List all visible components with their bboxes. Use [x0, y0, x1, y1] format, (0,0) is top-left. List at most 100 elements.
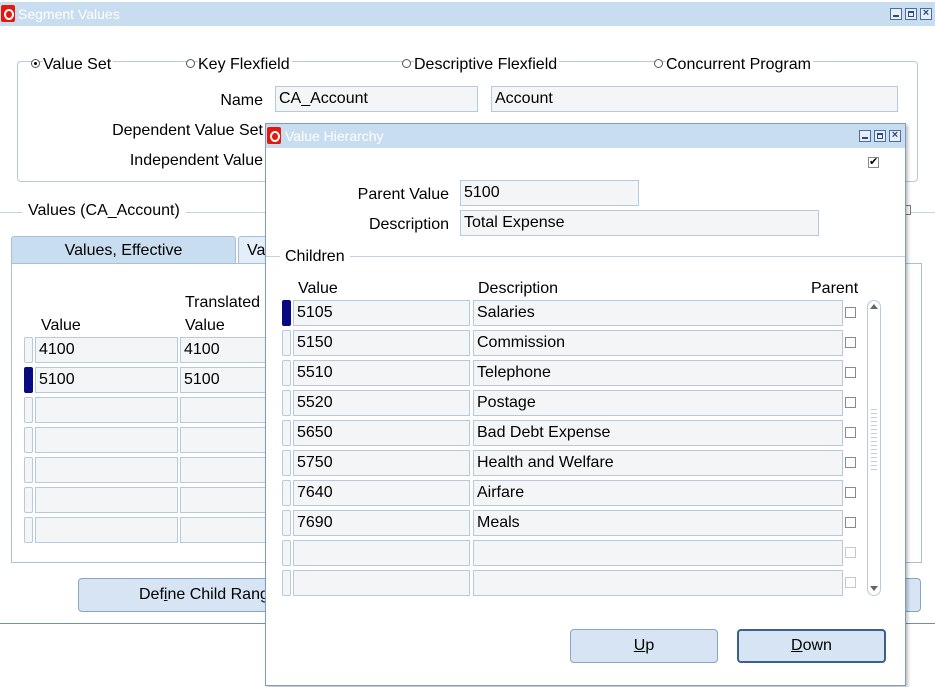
- tab-values-effective[interactable]: Values, Effective: [11, 236, 236, 264]
- child-row-description[interactable]: Airfare: [473, 480, 843, 506]
- down-button-rest: own: [802, 637, 832, 654]
- value-hierarchy-dialog: Value Hierarchy × Parent Value 5100 Desc…: [265, 123, 906, 686]
- child-row-description[interactable]: Bad Debt Expense: [473, 420, 843, 446]
- row-indicator[interactable]: [24, 487, 33, 513]
- child-row-indicator[interactable]: [282, 420, 291, 446]
- child-row-description[interactable]: Meals: [473, 510, 843, 536]
- table-row-value[interactable]: [35, 487, 178, 513]
- table-row-translated[interactable]: 4100: [180, 337, 270, 363]
- child-row-description[interactable]: [473, 540, 843, 566]
- table-row-value[interactable]: 5100: [35, 367, 178, 393]
- col-description-header: Description: [478, 280, 559, 297]
- main-titlebar[interactable]: Segment Values ×: [0, 2, 935, 26]
- child-row-indicator[interactable]: [282, 570, 291, 596]
- define-child-ranges-pre: Def: [139, 586, 164, 603]
- radio-concurrent-program-label[interactable]: Concurrent Program: [666, 56, 813, 74]
- table-row-value[interactable]: [35, 457, 178, 483]
- down-button[interactable]: Down: [737, 629, 886, 663]
- child-row-value[interactable]: [293, 540, 470, 566]
- child-row-indicator[interactable]: [282, 330, 291, 356]
- dialog-titlebar[interactable]: Value Hierarchy ×: [266, 124, 905, 148]
- child-row-parent-checkbox[interactable]: [845, 517, 856, 528]
- child-row-value[interactable]: 7640: [293, 480, 470, 506]
- values-heading: Values (CA_Account): [22, 202, 186, 220]
- child-row-parent-checkbox[interactable]: [845, 487, 856, 498]
- table-row-translated[interactable]: [180, 487, 270, 513]
- radio-descriptive-flexfield-label[interactable]: Descriptive Flexfield: [414, 56, 560, 74]
- row-indicator[interactable]: [24, 457, 33, 483]
- up-button-rest: p: [645, 637, 655, 654]
- child-row-value[interactable]: 5510: [293, 360, 470, 386]
- child-row-value[interactable]: 5150: [293, 330, 470, 356]
- child-row-description[interactable]: Postage: [473, 390, 843, 416]
- child-row-indicator[interactable]: [282, 360, 291, 386]
- radio-key-flexfield-label[interactable]: Key Flexfield: [198, 56, 292, 74]
- child-row-parent-checkbox[interactable]: [845, 367, 856, 378]
- row-indicator-current[interactable]: [24, 367, 33, 393]
- child-row-parent-checkbox[interactable]: [845, 307, 856, 318]
- children-scrollbar[interactable]: [867, 300, 881, 596]
- child-row-indicator[interactable]: [282, 390, 291, 416]
- dialog-minimize-icon[interactable]: [859, 130, 871, 142]
- child-row-description[interactable]: Commission: [473, 330, 843, 356]
- child-row-value[interactable]: 5750: [293, 450, 470, 476]
- radio-concurrent-program[interactable]: [654, 59, 663, 68]
- dialog-top-checkbox[interactable]: [868, 155, 879, 168]
- table-row-value[interactable]: [35, 427, 178, 453]
- description-field[interactable]: Total Expense: [460, 210, 819, 236]
- child-row-value[interactable]: 7690: [293, 510, 470, 536]
- table-row-translated[interactable]: [180, 517, 270, 543]
- child-row-description[interactable]: Salaries: [473, 300, 843, 326]
- dialog-maximize-icon[interactable]: [874, 130, 886, 142]
- table-row-translated[interactable]: 5100: [180, 367, 270, 393]
- child-row-description[interactable]: [473, 570, 843, 596]
- oracle-dialog-icon: [267, 127, 281, 144]
- child-row-indicator[interactable]: [282, 450, 291, 476]
- radio-key-flexfield[interactable]: [186, 59, 195, 68]
- child-row-parent-checkbox[interactable]: [845, 547, 856, 558]
- row-indicator[interactable]: [24, 397, 33, 423]
- child-row-indicator-current[interactable]: [282, 300, 291, 326]
- description-label: Description: [368, 216, 449, 233]
- minimize-icon[interactable]: [890, 8, 902, 20]
- table-row-value[interactable]: 4100: [35, 337, 178, 363]
- table-row-translated[interactable]: [180, 427, 270, 453]
- child-row-indicator[interactable]: [282, 510, 291, 536]
- name-description-field[interactable]: Account: [491, 86, 898, 112]
- child-row-value[interactable]: [293, 570, 470, 596]
- child-row-description[interactable]: Health and Welfare: [473, 450, 843, 476]
- col-header-translated-2: Value: [185, 317, 225, 334]
- child-row-description[interactable]: Telephone: [473, 360, 843, 386]
- child-row-parent-checkbox[interactable]: [845, 397, 856, 408]
- table-row-translated[interactable]: [180, 457, 270, 483]
- table-row-value[interactable]: [35, 517, 178, 543]
- child-row-parent-checkbox[interactable]: [845, 457, 856, 468]
- child-row-value[interactable]: 5650: [293, 420, 470, 446]
- dialog-close-icon[interactable]: ×: [889, 130, 901, 142]
- row-indicator[interactable]: [24, 337, 33, 363]
- down-button-accel: D: [791, 637, 803, 654]
- child-row-parent-checkbox[interactable]: [845, 427, 856, 438]
- parent-value-field[interactable]: 5100: [460, 180, 639, 206]
- table-row-value[interactable]: [35, 397, 178, 423]
- scroll-down-icon[interactable]: [870, 586, 878, 591]
- child-row-parent-checkbox[interactable]: [845, 337, 856, 348]
- row-indicator[interactable]: [24, 517, 33, 543]
- scroll-up-icon[interactable]: [870, 304, 878, 309]
- radio-value-set-label[interactable]: Value Set: [43, 56, 114, 74]
- row-indicator[interactable]: [24, 427, 33, 453]
- col-parent-header: Parent: [811, 280, 859, 297]
- child-row-indicator[interactable]: [282, 540, 291, 566]
- child-row-value[interactable]: 5520: [293, 390, 470, 416]
- name-field[interactable]: CA_Account: [275, 86, 478, 112]
- up-button[interactable]: Up: [570, 629, 718, 663]
- radio-value-set[interactable]: [31, 59, 40, 68]
- child-row-indicator[interactable]: [282, 480, 291, 506]
- child-row-parent-checkbox[interactable]: [845, 577, 856, 588]
- maximize-icon[interactable]: [905, 8, 917, 20]
- child-row-value[interactable]: 5105: [293, 300, 470, 326]
- close-icon[interactable]: ×: [920, 8, 932, 20]
- scroll-thumb-grip[interactable]: [871, 409, 877, 473]
- radio-descriptive-flexfield[interactable]: [402, 59, 411, 68]
- table-row-translated[interactable]: [180, 397, 270, 423]
